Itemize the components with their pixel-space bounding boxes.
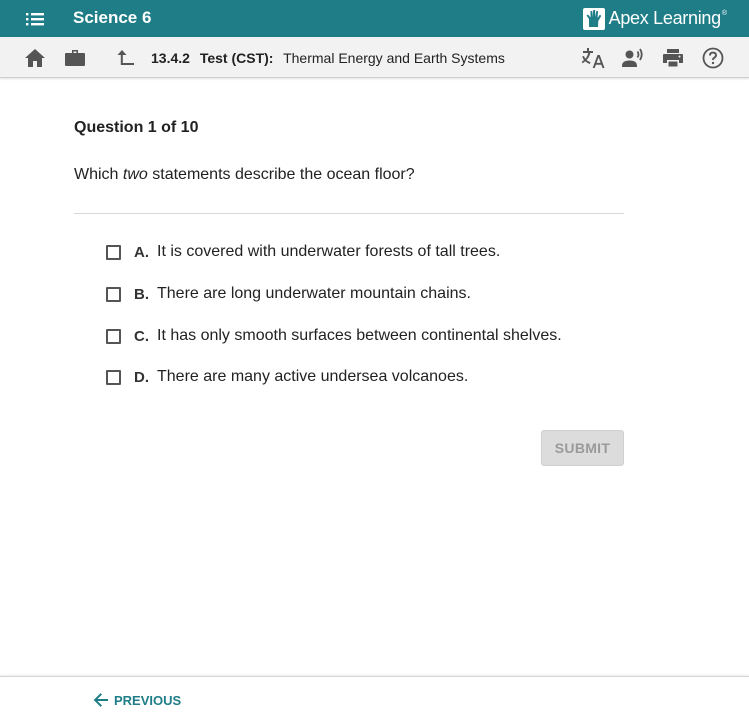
prompt-suffix: statements describe the ocean floor? xyxy=(152,166,415,183)
option-letter: C. xyxy=(134,327,149,345)
answer-option-d[interactable]: D. There are many active undersea volcan… xyxy=(106,365,468,389)
checkbox[interactable] xyxy=(106,286,121,302)
option-letter: A. xyxy=(134,243,149,261)
prompt-prefix: Which xyxy=(74,166,119,183)
answer-option-b[interactable]: B. There are long underwater mountain ch… xyxy=(106,282,471,306)
option-letter: D. xyxy=(134,368,149,386)
submit-button[interactable]: SUBMIT xyxy=(541,430,624,466)
brand-trademark: ® xyxy=(721,10,727,17)
help-icon[interactable] xyxy=(701,46,725,70)
menu-list-icon[interactable] xyxy=(22,9,48,29)
option-letter: B. xyxy=(134,285,149,303)
answer-option-a[interactable]: A. It is covered with underwater forests… xyxy=(106,240,500,264)
checkbox[interactable] xyxy=(106,369,121,385)
text-to-speech-icon[interactable] xyxy=(621,46,645,70)
arrow-left-icon xyxy=(93,693,108,707)
previous-button[interactable]: PREVIOUS xyxy=(92,691,181,709)
option-text: It has only smooth surfaces between cont… xyxy=(157,327,562,344)
breadcrumb-title: Thermal Energy and Earth Systems xyxy=(283,50,505,66)
prompt-emphasis: two xyxy=(122,166,148,183)
toolbar: 13.4.2 Test (CST): Thermal Energy and Ea… xyxy=(0,37,749,78)
previous-label: PREVIOUS xyxy=(114,692,182,708)
up-level-icon[interactable] xyxy=(115,46,139,70)
breadcrumb-type: Test (CST): xyxy=(199,50,274,66)
hand-logo-icon xyxy=(582,7,605,30)
top-bar: Science 6 Apex Learning ® xyxy=(0,0,749,37)
breadcrumb: 13.4.2 Test (CST): Thermal Energy and Ea… xyxy=(151,50,505,66)
question-number: Question 1 of 10 xyxy=(74,119,199,136)
divider xyxy=(74,213,624,214)
translate-icon[interactable] xyxy=(581,46,605,70)
checkbox[interactable] xyxy=(106,244,121,260)
home-icon[interactable] xyxy=(23,46,47,70)
answer-option-c[interactable]: C. It has only smooth surfaces between c… xyxy=(106,324,562,348)
option-text: It is covered with underwater forests of… xyxy=(157,243,501,260)
option-text: There are many active undersea volcanoes… xyxy=(157,368,469,385)
briefcase-icon[interactable] xyxy=(63,46,87,70)
apex-learning-logo: Apex Learning ® xyxy=(582,5,727,32)
question-prompt: Which two statements describe the ocean … xyxy=(74,166,415,184)
footer-nav: PREVIOUS xyxy=(0,676,749,725)
option-text: There are long underwater mountain chain… xyxy=(157,285,471,302)
brand-name: Apex Learning xyxy=(608,8,721,28)
course-title: Science 6 xyxy=(73,8,152,27)
print-icon[interactable] xyxy=(661,46,685,70)
breadcrumb-code: 13.4.2 xyxy=(151,50,190,66)
checkbox[interactable] xyxy=(106,328,121,344)
